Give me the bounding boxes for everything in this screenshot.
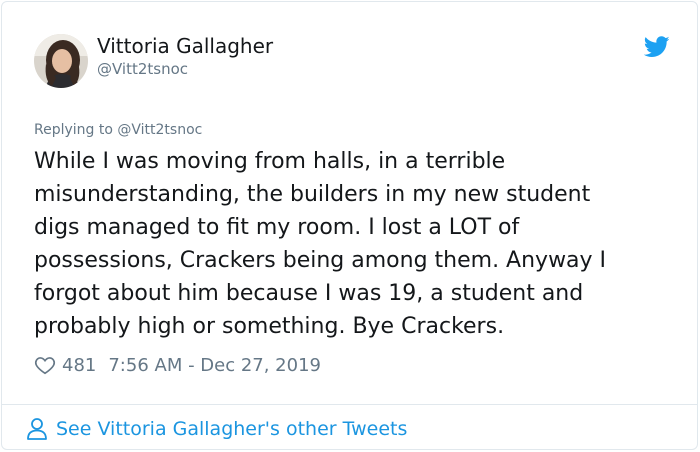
replying-prefix: Replying to: [34, 122, 118, 138]
heart-outline-icon[interactable]: [34, 354, 56, 376]
replying-to: Replying to @Vitt2tsnoc: [34, 122, 202, 138]
tweet-text: While I was moving from halls, in a terr…: [34, 149, 607, 339]
embedded-tweet-card: Vittoria Gallagher @Vitt2tsnoc Replying …: [1, 1, 698, 450]
person-outline-icon: [27, 418, 47, 440]
like-count[interactable]: 481: [62, 355, 96, 376]
see-other-tweets-link[interactable]: See Vittoria Gallagher's other Tweets: [26, 416, 407, 442]
footer-divider: [2, 404, 697, 405]
twitter-bird-icon[interactable]: [644, 36, 670, 58]
avatar[interactable]: [34, 34, 88, 88]
author-name[interactable]: Vittoria Gallagher: [97, 34, 273, 58]
tweet-meta: 481 7:56 AM - Dec 27, 2019: [34, 352, 321, 378]
tweet-timestamp[interactable]: 7:56 AM - Dec 27, 2019: [108, 355, 321, 376]
replying-to-handle-link[interactable]: @Vitt2tsnoc: [117, 122, 202, 138]
author-handle[interactable]: @Vitt2tsnoc: [97, 60, 188, 78]
avatar-image: [34, 34, 88, 88]
see-other-tweets-label[interactable]: See Vittoria Gallagher's other Tweets: [56, 418, 407, 440]
